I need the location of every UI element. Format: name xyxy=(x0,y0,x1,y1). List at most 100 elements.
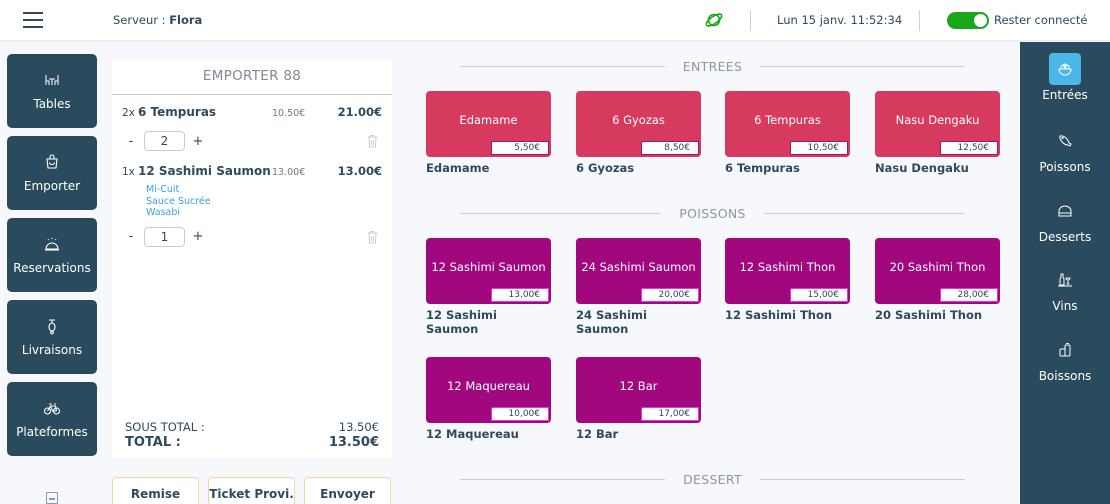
product-card: 12 Maquereau 10,00€ xyxy=(426,357,551,423)
product-price: 8,50€ xyxy=(641,141,699,155)
send-button[interactable]: Envoyer xyxy=(304,477,391,504)
product-tile[interactable]: 12 Sashimi Saumon 13,00€ 12 Sashimi Saumo… xyxy=(426,238,551,336)
product-caption: 6 Gyozas xyxy=(576,161,635,175)
product-caption: Nasu Dengaku xyxy=(875,161,969,175)
left-nav: Tables Emporter Reservations Livraisons … xyxy=(7,54,97,464)
product-caption: 20 Sashimi Thon xyxy=(875,308,983,322)
category-vins[interactable]: Vins xyxy=(1020,264,1110,313)
product-card: 6 Tempuras 10,50€ xyxy=(725,91,850,157)
divider xyxy=(759,478,965,480)
product-price: 5,50€ xyxy=(491,141,549,155)
product-caption: Edamame xyxy=(426,161,490,175)
order-panel: EMPORTER 88 2x 6 Tempuras 10.50€ 21.00€ … xyxy=(112,60,392,458)
divider xyxy=(460,212,662,214)
product-name: 12 Sashimi Thon xyxy=(739,260,836,274)
scooter-icon xyxy=(43,317,61,335)
category-entrees[interactable]: Entrées xyxy=(1020,53,1110,102)
product-caption: 12 Maquereau xyxy=(426,427,519,441)
product-price: 28,00€ xyxy=(940,288,998,302)
product-tile[interactable]: 12 Sashimi Thon 15,00€ 12 Sashimi Thon xyxy=(725,238,850,322)
cake-icon xyxy=(1049,195,1081,227)
stay-connected-toggle[interactable] xyxy=(947,12,989,29)
category-nav: Entrées Poissons Desserts Vins Boissons xyxy=(1020,42,1110,504)
bag-icon xyxy=(43,153,61,171)
category-label: Entrées xyxy=(1042,88,1088,102)
increment-button[interactable]: + xyxy=(189,134,207,149)
product-card: Nasu Dengaku 12,50€ xyxy=(875,91,1000,157)
category-label: Desserts xyxy=(1038,230,1092,244)
subtotal-label: SOUS TOTAL : xyxy=(125,420,205,434)
product-card: Edamame 5,50€ xyxy=(426,91,551,157)
product-tile[interactable]: 12 Bar 17,00€ 12 Bar xyxy=(576,357,701,441)
product-card: 12 Sashimi Saumon 13,00€ xyxy=(426,238,551,304)
divider xyxy=(460,478,666,480)
order-title: EMPORTER 88 xyxy=(112,60,392,95)
nav-reservations-button[interactable]: Reservations xyxy=(7,218,97,292)
nav-livraisons-button[interactable]: Livraisons xyxy=(7,300,97,374)
product-price: 20,00€ xyxy=(641,288,699,302)
category-label: Poissons xyxy=(1039,160,1091,174)
nav-label: Livraisons xyxy=(21,343,83,357)
nav-label: Plateformes xyxy=(16,425,88,439)
product-name: 12 Bar xyxy=(619,379,658,393)
product-tile[interactable]: Edamame 5,50€ Edamame xyxy=(426,91,551,175)
product-tile[interactable]: 6 Tempuras 10,50€ 6 Tempuras xyxy=(725,91,850,175)
category-desserts[interactable]: Desserts xyxy=(1020,195,1110,244)
line-options: Mi-Cuit Sauce Sucrée Wasabi xyxy=(146,184,382,219)
product-tile[interactable]: 6 Gyozas 8,50€ 6 Gyozas xyxy=(576,91,701,175)
quantity-stepper: - + xyxy=(122,129,382,153)
product-name: 12 Sashimi Saumon xyxy=(431,260,546,274)
nav-tables-button[interactable]: Tables xyxy=(7,54,97,128)
toggle-knob xyxy=(974,14,987,27)
salad-bowl-icon xyxy=(1049,53,1081,85)
server-name: Flora xyxy=(169,13,203,27)
divider xyxy=(760,65,965,67)
nav-label: Emporter xyxy=(23,179,81,193)
section-header-entrees: ENTREES xyxy=(460,56,965,76)
provisional-ticket-button[interactable]: Ticket Provi. xyxy=(208,477,295,504)
product-tile[interactable]: 12 Maquereau 10,00€ 12 Maquereau xyxy=(426,357,551,441)
line-quantity-label: 2x xyxy=(122,107,135,119)
total-label: TOTAL : xyxy=(125,435,181,450)
quantity-input[interactable] xyxy=(144,131,185,151)
product-caption: 24 Sashimi Saumon xyxy=(576,308,647,336)
decrement-button[interactable]: - xyxy=(122,229,140,244)
line-unit-price: 10.50€ xyxy=(272,108,306,119)
product-tile[interactable]: 20 Sashimi Thon 28,00€ 20 Sashimi Thon xyxy=(875,238,1000,322)
total-value: 13.50€ xyxy=(328,435,379,450)
category-poissons[interactable]: Poissons xyxy=(1020,125,1110,174)
discount-button[interactable]: Remise xyxy=(112,477,199,504)
product-caption: 6 Tempuras xyxy=(725,161,800,175)
nav-plateformes-button[interactable]: Plateformes xyxy=(7,382,97,456)
top-bar: Serveur : Flora Lun 15 janv. 11:52:34 Re… xyxy=(0,0,1110,41)
order-line: 1x 12 Sashimi Saumon 13.00€ 13.00€ Mi-Cu… xyxy=(112,164,392,249)
category-boissons[interactable]: Boissons xyxy=(1020,334,1110,383)
product-caption: 12 Sashimi Thon xyxy=(725,308,833,322)
delete-line-trash-icon[interactable] xyxy=(367,230,378,244)
delete-line-trash-icon[interactable] xyxy=(367,134,378,148)
product-name: Edamame xyxy=(459,113,518,127)
hamburger-menu-icon[interactable] xyxy=(23,12,43,28)
nav-label: Reservations xyxy=(13,261,91,275)
subtotal-value: 13.50€ xyxy=(338,420,379,434)
datetime: Lun 15 janv. 11:52:34 xyxy=(777,13,903,27)
product-name: 6 Tempuras xyxy=(754,113,821,127)
product-price: 13,00€ xyxy=(491,288,549,302)
product-tile[interactable]: Nasu Dengaku 12,50€ Nasu Dengaku xyxy=(875,91,1000,175)
connection-planet-icon xyxy=(704,10,724,30)
line-item-name: 6 Tempuras xyxy=(138,105,217,119)
nav-emporter-button[interactable]: Emporter xyxy=(7,136,97,210)
line-option: Wasabi xyxy=(146,207,181,218)
fish-icon xyxy=(1049,125,1081,157)
wine-icon xyxy=(1049,264,1081,296)
quantity-input[interactable] xyxy=(144,226,185,247)
section-title: DESSERT xyxy=(683,471,742,487)
section-title: ENTREES xyxy=(682,58,743,74)
notepad-icon[interactable] xyxy=(46,492,58,504)
increment-button[interactable]: + xyxy=(189,229,207,244)
product-tile[interactable]: 24 Sashimi Saumon 20,00€ 24 Sashimi Saumo… xyxy=(576,238,701,336)
product-price: 12,50€ xyxy=(940,141,998,155)
product-price: 10,00€ xyxy=(491,407,549,421)
decrement-button[interactable]: - xyxy=(122,134,140,149)
product-card: 6 Gyozas 8,50€ xyxy=(576,91,701,157)
